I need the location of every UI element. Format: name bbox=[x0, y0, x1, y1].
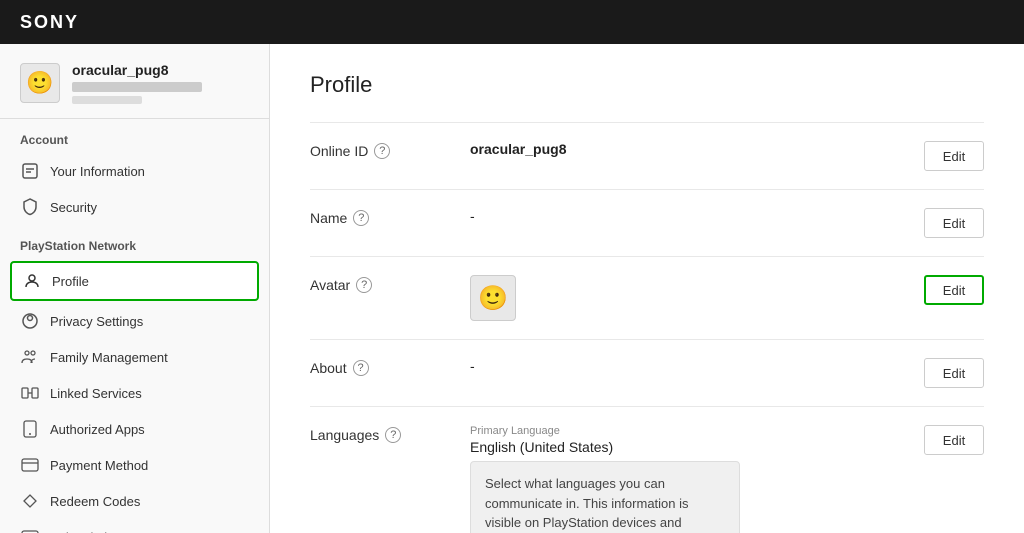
redeem-codes-icon bbox=[20, 491, 40, 511]
sony-logo: SONY bbox=[20, 12, 79, 33]
about-value: - bbox=[470, 358, 924, 374]
top-navigation: SONY bbox=[0, 0, 1024, 44]
privacy-settings-icon bbox=[20, 311, 40, 331]
avatar-value: 🙂 bbox=[470, 275, 924, 321]
your-information-label: Your Information bbox=[50, 164, 145, 179]
section-label-account: Account bbox=[0, 119, 269, 153]
security-icon bbox=[20, 197, 40, 217]
languages-sub-label: Primary Language bbox=[470, 425, 924, 437]
sidebar-item-subscription[interactable]: Subscription bbox=[0, 519, 269, 533]
section-label-psn: PlayStation Network bbox=[0, 225, 269, 259]
linked-services-icon bbox=[20, 383, 40, 403]
authorized-apps-icon bbox=[20, 419, 40, 439]
profile-icon bbox=[22, 271, 42, 291]
languages-label: Languages ? bbox=[310, 425, 470, 443]
sidebar-item-linked-services[interactable]: Linked Services bbox=[0, 375, 269, 411]
name-row: Name ? - Edit bbox=[310, 190, 984, 257]
family-management-label: Family Management bbox=[50, 350, 168, 365]
main-layout: 🙂 oracular_pug8 Account Your Information… bbox=[0, 44, 1024, 533]
username-label: oracular_pug8 bbox=[72, 62, 202, 78]
privacy-settings-label: Privacy Settings bbox=[50, 314, 143, 329]
subscription-label: Subscription bbox=[50, 530, 122, 533]
your-information-icon bbox=[20, 161, 40, 181]
linked-services-label: Linked Services bbox=[50, 386, 142, 401]
name-value: - bbox=[470, 208, 924, 224]
online-id-value: oracular_pug8 bbox=[470, 141, 924, 157]
online-id-help-icon[interactable]: ? bbox=[374, 143, 390, 159]
languages-primary: English (United States) bbox=[470, 439, 924, 455]
online-id-label: Online ID ? bbox=[310, 141, 470, 159]
sidebar-item-authorized-apps[interactable]: Authorized Apps bbox=[0, 411, 269, 447]
languages-edit-button[interactable]: Edit bbox=[924, 425, 984, 455]
profile-label: Profile bbox=[52, 274, 89, 289]
user-area: 🙂 oracular_pug8 bbox=[0, 44, 269, 119]
sidebar: 🙂 oracular_pug8 Account Your Information… bbox=[0, 44, 270, 533]
online-id-edit-button[interactable]: Edit bbox=[924, 141, 984, 171]
user-email-blur bbox=[72, 82, 202, 92]
authorized-apps-label: Authorized Apps bbox=[50, 422, 145, 437]
name-label: Name ? bbox=[310, 208, 470, 226]
payment-method-label: Payment Method bbox=[50, 458, 148, 473]
user-avatar: 🙂 bbox=[20, 63, 60, 103]
user-sub-blur bbox=[72, 96, 142, 104]
sidebar-item-privacy-settings[interactable]: Privacy Settings bbox=[0, 303, 269, 339]
payment-method-icon bbox=[20, 455, 40, 475]
sidebar-item-payment-method[interactable]: Payment Method bbox=[0, 447, 269, 483]
avatar-edit-button[interactable]: Edit bbox=[924, 275, 984, 305]
sidebar-item-security[interactable]: Security bbox=[0, 189, 269, 225]
security-label: Security bbox=[50, 200, 97, 215]
languages-help-icon[interactable]: ? bbox=[385, 427, 401, 443]
family-management-icon bbox=[20, 347, 40, 367]
name-edit-button[interactable]: Edit bbox=[924, 208, 984, 238]
about-row: About ? - Edit bbox=[310, 340, 984, 407]
about-help-icon[interactable]: ? bbox=[353, 360, 369, 376]
name-help-icon[interactable]: ? bbox=[353, 210, 369, 226]
languages-row: Languages ? Primary Language English (Un… bbox=[310, 407, 984, 533]
sidebar-item-redeem-codes[interactable]: Redeem Codes bbox=[0, 483, 269, 519]
avatar-label: Avatar ? bbox=[310, 275, 470, 293]
subscription-icon bbox=[20, 527, 40, 533]
avatar-image: 🙂 bbox=[470, 275, 516, 321]
avatar-row: Avatar ? 🙂 Edit bbox=[310, 257, 984, 340]
sidebar-item-family-management[interactable]: Family Management bbox=[0, 339, 269, 375]
redeem-codes-label: Redeem Codes bbox=[50, 494, 140, 509]
main-content: Profile Online ID ? oracular_pug8 Edit N… bbox=[270, 44, 1024, 533]
online-id-row: Online ID ? oracular_pug8 Edit bbox=[310, 122, 984, 190]
about-label: About ? bbox=[310, 358, 470, 376]
page-title: Profile bbox=[310, 72, 984, 98]
sidebar-item-profile[interactable]: Profile bbox=[10, 261, 259, 301]
avatar-help-icon[interactable]: ? bbox=[356, 277, 372, 293]
user-info: oracular_pug8 bbox=[72, 62, 202, 104]
sidebar-item-your-information[interactable]: Your Information bbox=[0, 153, 269, 189]
about-edit-button[interactable]: Edit bbox=[924, 358, 984, 388]
languages-value: Primary Language English (United States)… bbox=[470, 425, 924, 533]
languages-tooltip: Select what languages you can communicat… bbox=[470, 461, 740, 533]
